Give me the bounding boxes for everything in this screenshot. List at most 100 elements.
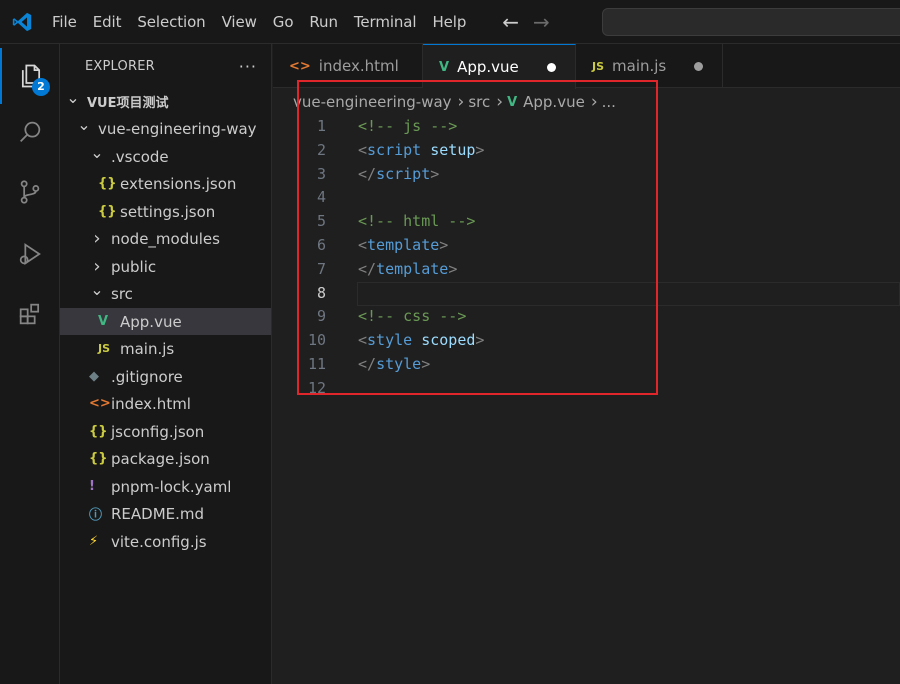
editor-tabs: <> index.html V App.vue JS main.js <box>273 44 900 89</box>
tree-item[interactable]: <> index.html <box>60 390 271 417</box>
breadcrumb-item[interactable]: ... <box>602 93 616 111</box>
breadcrumb-item[interactable]: vue-engineering-way <box>293 93 452 111</box>
code-line: 12 <box>273 376 900 400</box>
breadcrumb: vue-engineering-way › src › V App.vue ›... <box>293 90 616 114</box>
code-line: 5 <!-- html --> <box>273 209 900 233</box>
source-control-icon[interactable] <box>0 164 60 220</box>
code-token: < <box>358 140 368 159</box>
command-center-search[interactable] <box>602 8 900 36</box>
code-text: </style> <box>358 355 430 373</box>
chevron-down-icon[interactable]: ⌄ <box>89 143 105 162</box>
json-file-icon: {} <box>98 204 117 219</box>
unsaved-dot-icon[interactable] <box>546 62 556 72</box>
line-number: 5 <box>316 212 326 231</box>
code-text: <!-- html --> <box>358 212 475 230</box>
json-file-icon: {} <box>89 451 108 466</box>
tree-item-label: package.json <box>111 449 210 468</box>
vue-file-icon: V <box>98 314 109 329</box>
code-token: template <box>367 236 440 254</box>
tree-item[interactable]: ⓘ README.md <box>60 500 271 527</box>
chevron-right-icon[interactable]: › <box>89 256 105 277</box>
menu-item-run[interactable]: Run <box>301 8 345 36</box>
code-editor[interactable]: 1 <!-- js --> 2 <script setup> 3 </script> 4 5 <… <box>273 114 900 684</box>
html-file-icon: <> <box>289 58 311 74</box>
tree-item-label: .gitignore <box>111 367 183 386</box>
more-actions-icon[interactable]: ··· <box>239 57 257 76</box>
tab-main-js[interactable]: JS main.js <box>576 44 723 88</box>
tree-item[interactable]: JS main.js <box>60 335 271 362</box>
vue-file-icon: V <box>439 59 450 75</box>
json-file-icon: {} <box>89 424 108 439</box>
tree-item-label: settings.json <box>120 202 216 221</box>
tree-item[interactable]: {} package.json <box>60 445 271 472</box>
run-debug-icon[interactable] <box>0 226 60 282</box>
back-arrow-icon[interactable]: ← <box>502 12 519 32</box>
tree-item-label: public <box>111 257 157 276</box>
code-token: > <box>475 140 485 159</box>
menu-item-edit[interactable]: Edit <box>85 8 130 36</box>
tree-item[interactable]: {} jsconfig.json <box>60 418 271 445</box>
menu-item-help[interactable]: Help <box>424 8 474 36</box>
tab-index-html[interactable]: <> index.html <box>273 44 423 88</box>
tree-item-label: index.html <box>111 394 191 413</box>
menu-item-go[interactable]: Go <box>265 8 302 36</box>
code-token: > <box>475 331 485 350</box>
chevron-down-icon[interactable]: ⌄ <box>76 115 92 134</box>
navigation-controls: ← → <box>502 12 550 32</box>
tree-item-label: jsconfig.json <box>111 422 205 441</box>
code-line: 6 <template> <box>273 233 900 257</box>
tree-item[interactable]: ⌄ src <box>60 280 271 307</box>
menu-item-file[interactable]: File <box>44 8 85 36</box>
tree-item[interactable]: ⌄ .vscode <box>60 143 271 170</box>
explorer-badge: 2 <box>32 78 50 96</box>
code-text: <template> <box>358 236 448 254</box>
code-line: 11 </style> <box>273 352 900 376</box>
tab-App-vue[interactable]: V App.vue <box>423 44 576 89</box>
forward-arrow-icon[interactable]: → <box>533 12 550 32</box>
files-icon[interactable]: 2 <box>0 48 60 104</box>
tree-item[interactable]: ⚡ vite.config.js <box>60 528 271 555</box>
search-icon[interactable] <box>0 104 60 160</box>
tree-item[interactable]: ! pnpm-lock.yaml <box>60 473 271 500</box>
code-text: </template> <box>358 260 457 278</box>
code-token: script <box>367 140 422 159</box>
menu-item-selection[interactable]: Selection <box>129 8 213 36</box>
line-number: 3 <box>316 164 326 183</box>
title-bar: File Edit Selection View Go Run Terminal Help ←… <box>0 0 900 44</box>
code-text: </script> <box>358 165 439 183</box>
breadcrumb-item[interactable]: src <box>468 93 490 111</box>
info-file-icon: ⓘ <box>89 508 103 523</box>
menu-item-view[interactable]: View <box>214 8 265 36</box>
extensions-icon[interactable] <box>0 286 60 342</box>
code-token: </ <box>358 355 377 373</box>
chevron-right-icon[interactable]: › <box>89 228 105 249</box>
menu-item-terminal[interactable]: Terminal <box>346 8 425 36</box>
code-token: < <box>358 236 368 254</box>
tree-item[interactable]: › public <box>60 253 271 280</box>
code-token: </ <box>358 259 377 278</box>
tree-item[interactable]: ⌄ VUE项目测试 <box>60 88 271 115</box>
chevron-right-icon: › <box>496 92 504 112</box>
line-number: 4 <box>316 188 326 207</box>
tree-item[interactable]: {} settings.json <box>60 198 271 225</box>
tree-item[interactable]: {} extensions.json <box>60 170 271 197</box>
tab-label: index.html <box>318 57 399 75</box>
tree-item[interactable]: ⌄ vue-engineering-way <box>60 115 271 142</box>
vite-file-icon: ⚡ <box>89 534 99 549</box>
code-text: <!-- js --> <box>358 117 457 135</box>
breadcrumb-item[interactable]: App.vue <box>523 93 585 111</box>
tree-item[interactable]: V App.vue <box>60 308 271 335</box>
tree-item[interactable]: ◆ .gitignore <box>60 363 271 390</box>
code-token: <!-- html --> <box>358 212 476 231</box>
chevron-down-icon[interactable]: ⌄ <box>65 88 81 107</box>
tree-item[interactable]: › node_modules <box>60 225 271 252</box>
unsaved-dot-icon[interactable] <box>694 61 704 71</box>
code-token: script <box>376 164 431 183</box>
code-token: < <box>358 331 368 350</box>
code-token: setup <box>430 140 476 159</box>
tree-item-label: VUE项目测试 <box>87 96 169 111</box>
chevron-down-icon[interactable]: ⌄ <box>89 280 105 299</box>
tab-label: App.vue <box>457 58 519 76</box>
tree-item-label: main.js <box>120 339 175 358</box>
